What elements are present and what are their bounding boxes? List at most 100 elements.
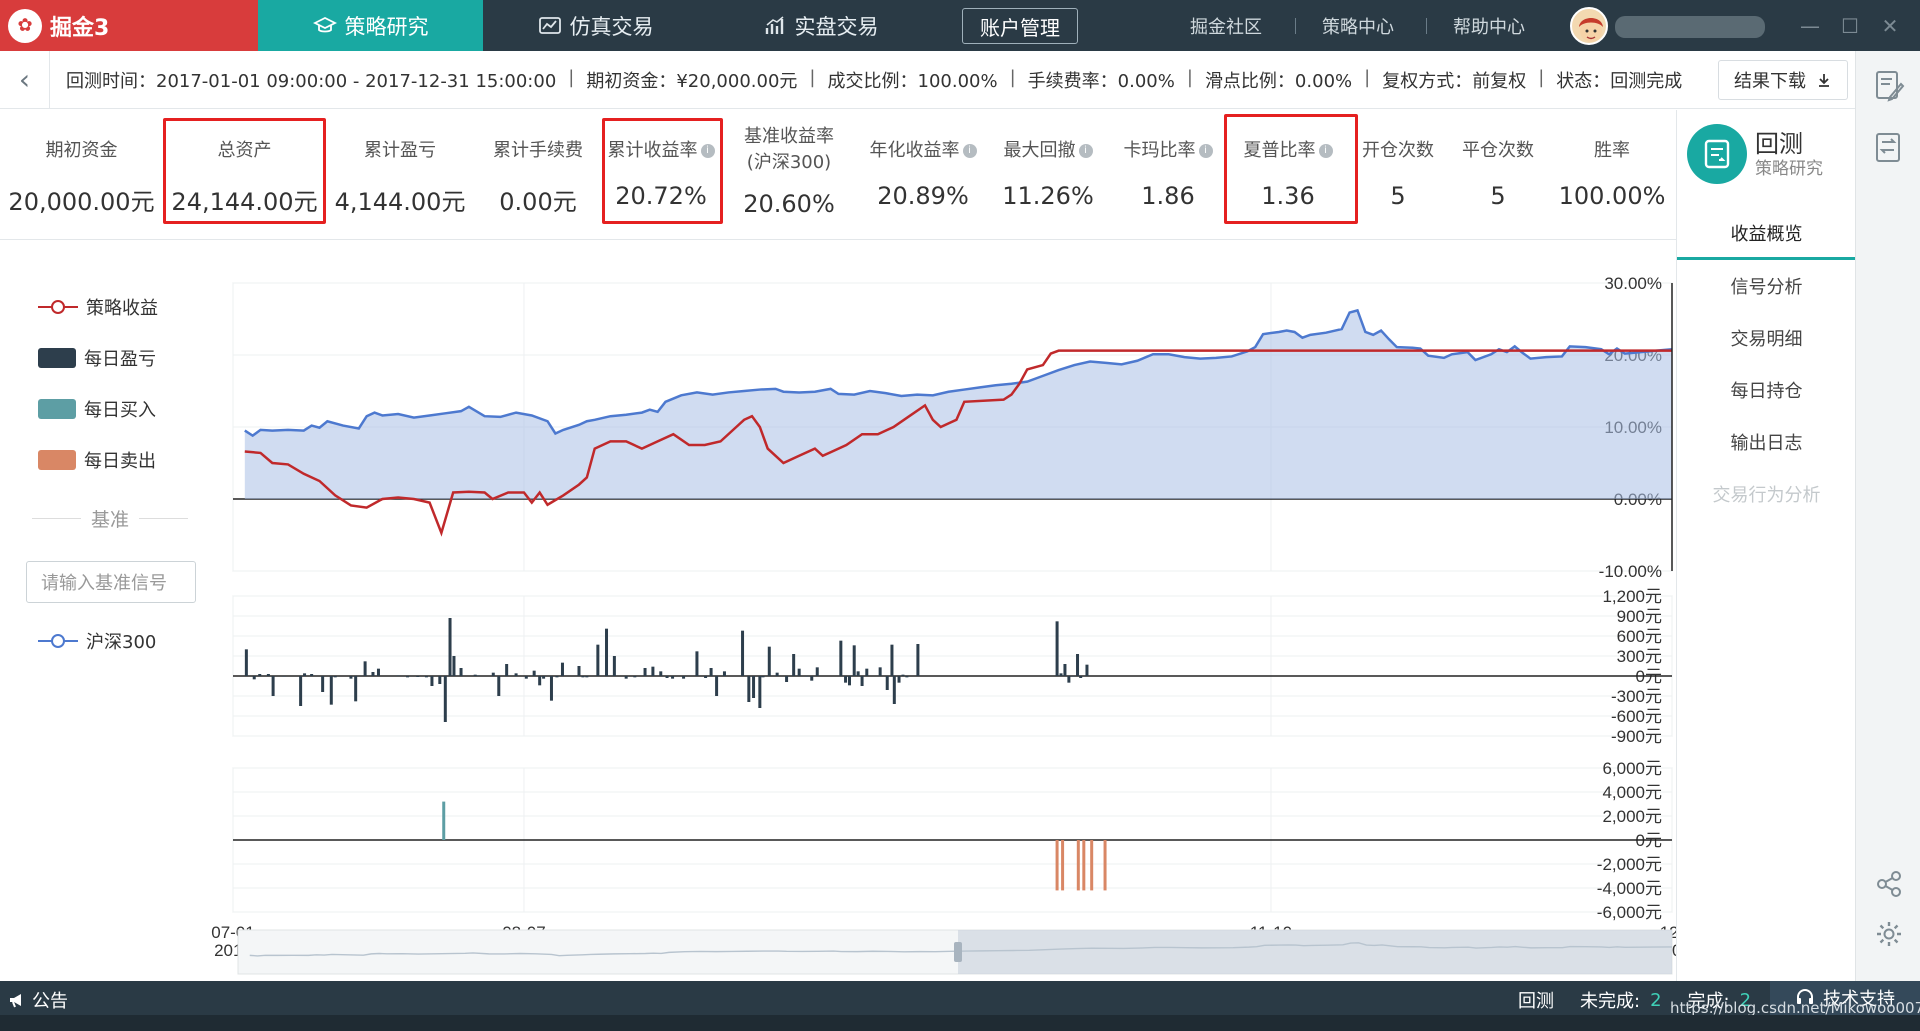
edit-document-icon[interactable]	[1868, 65, 1910, 107]
y-tick-label: 6,000元	[1602, 759, 1662, 778]
backtest-chart[interactable]: 30.00%20.00%10.00%0.00%-10.00%1,200元900元…	[0, 248, 1676, 981]
pnl-bar	[349, 676, 353, 679]
pnl-bar	[310, 674, 314, 676]
pnl-bar	[416, 676, 420, 677]
sell-bar	[1061, 840, 1065, 891]
maximize-icon[interactable]: ☐	[1830, 0, 1870, 51]
settings-gear-icon[interactable]	[1868, 913, 1910, 955]
chart-area: 策略收益 每日盈亏 每日买入 每日卖出 基准 请输入基准信号 沪深300 30.…	[0, 248, 1676, 981]
info-icon[interactable]: i	[1078, 144, 1093, 158]
y-tick-label: -2,000元	[1597, 855, 1662, 874]
pnl-bar	[396, 675, 400, 676]
tab-strategy-research[interactable]: 策略研究	[258, 0, 483, 51]
info-icon[interactable]: i	[1198, 144, 1213, 158]
switch-document-icon[interactable]	[1868, 127, 1910, 169]
pnl-bar	[596, 644, 600, 676]
app-logo[interactable]: ✿ 掘金3	[0, 0, 258, 51]
pnl-bar	[715, 676, 719, 696]
pending-label: 未完成:	[1580, 991, 1641, 1012]
result-nav-panel: 回测 策略研究 收益概览 信号分析 交易明细 每日持仓 输出日志 交易行为分析	[1676, 110, 1856, 981]
pnl-bar	[815, 667, 819, 676]
pnl-bar	[722, 671, 726, 676]
pnl-bar	[549, 676, 553, 701]
pnl-bar	[560, 662, 564, 676]
info-icon[interactable]: i	[962, 144, 977, 158]
back-arrow-icon[interactable]: ‹	[0, 50, 50, 109]
y-tick-label: 4,000元	[1602, 783, 1662, 802]
sell-bar	[1076, 840, 1080, 891]
pnl-bar	[897, 676, 901, 683]
stat-win-rate: 胜率 100.00%	[1558, 140, 1666, 210]
pnl-bar	[452, 656, 456, 676]
pnl-bar	[651, 666, 655, 676]
help-center-link[interactable]: 帮助中心	[1453, 0, 1525, 51]
pnl-bar	[767, 646, 771, 676]
tab-label: 策略研究	[344, 14, 429, 39]
pnl-bar	[704, 676, 708, 678]
y-tick-label: -6,000元	[1597, 903, 1662, 922]
strategy-center-link[interactable]: 策略中心	[1322, 0, 1394, 51]
pnl-bar	[892, 676, 896, 704]
nav-divider	[1295, 18, 1296, 34]
tab-live-trading[interactable]: 实盘交易	[708, 0, 933, 51]
pnl-bar	[890, 644, 894, 676]
pnl-bar	[282, 676, 286, 677]
pnl-bar	[329, 676, 333, 705]
tab-simulated-trading[interactable]: 仿真交易	[483, 0, 708, 51]
pnl-bar	[577, 666, 581, 676]
mode-label: 回测	[1518, 991, 1554, 1012]
pnl-bar	[443, 676, 447, 722]
bar-chart-icon	[765, 15, 783, 34]
pnl-bar	[785, 676, 789, 682]
menu-item-trade-details[interactable]: 交易明细	[1677, 312, 1856, 364]
menu-item-returns-overview[interactable]: 收益概览	[1677, 208, 1856, 260]
pnl-bar	[605, 628, 609, 676]
slippage-ratio: 滑点比例：0.00%	[1204, 70, 1353, 92]
sell-bar	[1055, 840, 1059, 891]
community-link[interactable]: 掘金社区	[1190, 0, 1262, 51]
pnl-bar	[491, 672, 495, 676]
taskbar-strip	[0, 1015, 1920, 1031]
pnl-bar	[258, 674, 262, 676]
stat-calmar-ratio: 卡玛比率 i 1.86	[1108, 110, 1228, 240]
pnl-bar	[473, 674, 477, 676]
commission-rate: 手续费率：0.00%	[1027, 70, 1175, 92]
sell-bar	[1082, 840, 1086, 891]
pnl-bar	[775, 672, 779, 676]
pnl-bar	[406, 676, 410, 678]
top-nav-bar: ✿ 掘金3 策略研究 仿真交易 实盘交易 账户管理 掘金社区 策略中心 帮助中心…	[0, 0, 1920, 51]
pnl-bar	[354, 676, 358, 702]
backtest-info-bar: ‹ 回测时间：2017-01-01 09:00:00 - 2017-12-31 …	[0, 50, 1855, 109]
pnl-bar	[916, 644, 920, 676]
pnl-bar	[741, 630, 745, 676]
pnl-bar	[885, 676, 889, 690]
backtest-status: 状态：回测完成	[1556, 70, 1683, 92]
pending-count: 2	[1650, 989, 1662, 1011]
user-avatar[interactable]	[1570, 7, 1608, 45]
fill-ratio: 成交比例：100.00%	[827, 70, 998, 92]
pnl-bar	[371, 672, 375, 676]
pnl-bar	[624, 676, 628, 679]
account-management-button[interactable]: 账户管理	[962, 8, 1078, 44]
tool-strip	[1855, 51, 1920, 981]
pnl-bar	[709, 668, 713, 676]
pnl-bar	[860, 676, 864, 686]
menu-item-output-log[interactable]: 输出日志	[1677, 416, 1856, 468]
pnl-bar	[585, 676, 589, 678]
app-window: { "app": {"logo_text": "掘金3"}, "nav": { …	[0, 0, 1920, 1031]
pnl-bar	[905, 676, 909, 678]
menu-item-daily-positions[interactable]: 每日持仓	[1677, 364, 1856, 416]
share-icon[interactable]	[1868, 863, 1910, 905]
pnl-bar	[839, 640, 843, 676]
download-results-button[interactable]: 结果下载	[1718, 60, 1848, 100]
pnl-bar	[852, 645, 856, 676]
pnl-bar	[424, 676, 428, 678]
pnl-bar	[244, 649, 248, 676]
pnl-bar	[303, 673, 307, 676]
minimize-icon[interactable]: —	[1790, 0, 1830, 51]
pnl-bar	[448, 618, 452, 676]
announcement-button[interactable]: 公告	[8, 987, 68, 1013]
menu-item-signal-analysis[interactable]: 信号分析	[1677, 260, 1856, 312]
close-icon[interactable]: ✕	[1870, 0, 1910, 51]
stat-initial-capital: 期初资金 20,000.00元	[8, 140, 155, 216]
